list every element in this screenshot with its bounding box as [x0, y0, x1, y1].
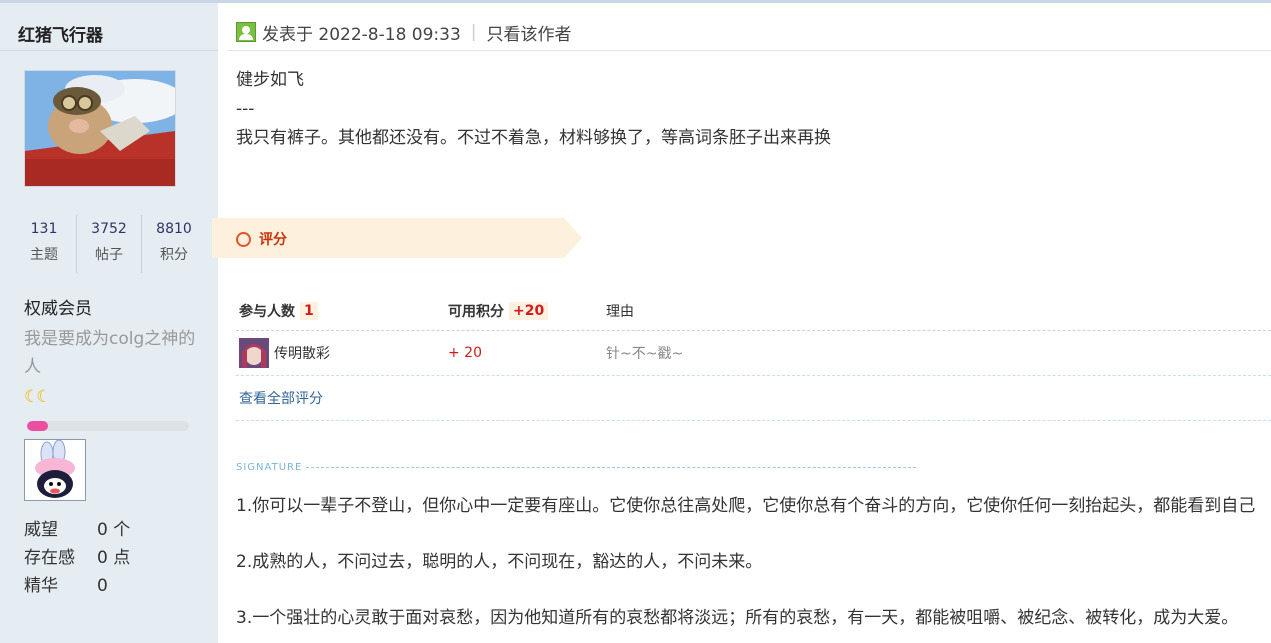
- stat-posts-label: 帖子: [95, 247, 123, 263]
- stat-threads-label: 主题: [30, 247, 58, 263]
- post-line: 健步如飞: [236, 70, 304, 90]
- info-value: 0 个: [97, 520, 131, 540]
- info-value: 0: [97, 576, 108, 596]
- author-name[interactable]: 红猪飞行器: [18, 21, 103, 46]
- info-label: 精华: [24, 576, 58, 596]
- signature-line: 2.成熟的人，不问过去，聪明的人，不问现在，豁达的人，不问未来。: [236, 552, 763, 572]
- rating-table-header: 参与人数 1 可用积分 +20 理由: [236, 292, 1271, 331]
- rating-row: 传明散彩 + 20 针~不~戳~: [236, 331, 1271, 376]
- info-label: 存在感: [24, 548, 75, 568]
- level-progress-bar: [27, 421, 189, 431]
- header-separator: |: [470, 22, 477, 42]
- rater-avatar[interactable]: [239, 338, 269, 368]
- post-time: 发表于 2022-8-18 09:33: [262, 24, 461, 45]
- author-info: 威望 0 个 存在感 0 点 精华 0: [24, 516, 130, 600]
- info-presence: 存在感 0 点: [24, 544, 130, 572]
- header-points: 可用积分 +20: [445, 301, 603, 321]
- signature-title-text: SIGNATURE: [236, 462, 303, 473]
- signature-line: 1.你可以一辈子不登山，但你心中一定要有座山。它使你总往高处爬，它使你总有个奋斗…: [236, 496, 1256, 516]
- stat-credits-value: 8810: [156, 221, 192, 237]
- view-all-ratings-link[interactable]: 查看全部评分: [236, 376, 1271, 421]
- rater-points-cell: + 20: [445, 345, 603, 361]
- post-content: 健步如飞 --- 我只有裤子。其他都还没有。不过不着急，材料够换了，等高词条胚子…: [236, 66, 831, 153]
- post-header: 发表于 2022-8-18 09:33 | 只看该作者: [236, 17, 572, 47]
- participants-label: 参与人数: [239, 304, 295, 320]
- user-group[interactable]: 权威会员: [24, 294, 92, 319]
- points-total: +20: [509, 302, 549, 320]
- header-divider: [228, 50, 1271, 51]
- post-line: ---: [236, 99, 255, 119]
- stat-posts[interactable]: 3752 帖子: [77, 215, 142, 273]
- stat-credits[interactable]: 8810 积分: [142, 215, 206, 273]
- rating-title-text: 评分: [259, 232, 287, 248]
- author-sidebar: 红猪飞行器 131 主题 3752 帖子 8810 积分 权威会员 我是要成为c…: [0, 3, 218, 643]
- rater-name[interactable]: 传明散彩: [274, 343, 330, 363]
- rating-circle-icon: [236, 231, 251, 247]
- info-prestige: 威望 0 个: [24, 516, 130, 544]
- points-label: 可用积分: [448, 304, 504, 320]
- rating-table: 参与人数 1 可用积分 +20 理由 传明散彩 + 20 针~不~戳~ 查看全部…: [236, 292, 1271, 421]
- medal-icon[interactable]: [24, 439, 86, 501]
- info-label: 威望: [24, 520, 58, 540]
- author-stats: 131 主题 3752 帖子 8810 积分: [12, 215, 206, 273]
- sidebar-divider: [0, 50, 218, 51]
- rater-points: + 20: [448, 345, 482, 361]
- signature-divider: [306, 467, 916, 468]
- stat-threads[interactable]: 131 主题: [12, 215, 77, 273]
- rating-title[interactable]: 评分: [236, 229, 287, 249]
- stat-posts-value: 3752: [91, 221, 127, 237]
- signature-title: SIGNATURE: [236, 462, 916, 473]
- only-author-link[interactable]: 只看该作者: [487, 20, 572, 45]
- author-avatar[interactable]: [24, 70, 176, 187]
- view-all-ratings-text: 查看全部评分: [239, 391, 323, 407]
- stat-credits-label: 积分: [160, 247, 188, 263]
- info-value: 0 点: [97, 548, 131, 568]
- level-moon-icon: ☾☾: [24, 387, 52, 407]
- custom-title: 我是要成为colg之神的人: [24, 329, 196, 377]
- post-line: 我只有裤子。其他都还没有。不过不着急，材料够换了，等高词条胚子出来再换: [236, 128, 831, 148]
- rater-reason-cell: 针~不~戳~: [603, 343, 683, 363]
- signature-content: 1.你可以一辈子不登山，但你心中一定要有座山。它使你总往高处爬，它使你总有个奋斗…: [236, 492, 1255, 632]
- participants-count: 1: [300, 302, 318, 320]
- rater-cell: 传明散彩: [236, 338, 445, 368]
- stat-threads-value: 131: [30, 221, 58, 237]
- rater-reason: 针~不~戳~: [606, 346, 684, 362]
- signature-line: 3.一个强壮的心灵敢于面对哀愁，因为他知道所有的哀愁都将淡远；所有的哀愁，有一天…: [236, 608, 1239, 628]
- level-progress-fill: [27, 421, 49, 431]
- online-user-icon: [236, 22, 256, 42]
- header-participants: 参与人数 1: [236, 301, 445, 321]
- info-digest: 精华 0: [24, 572, 130, 600]
- header-reason: 理由: [606, 304, 634, 320]
